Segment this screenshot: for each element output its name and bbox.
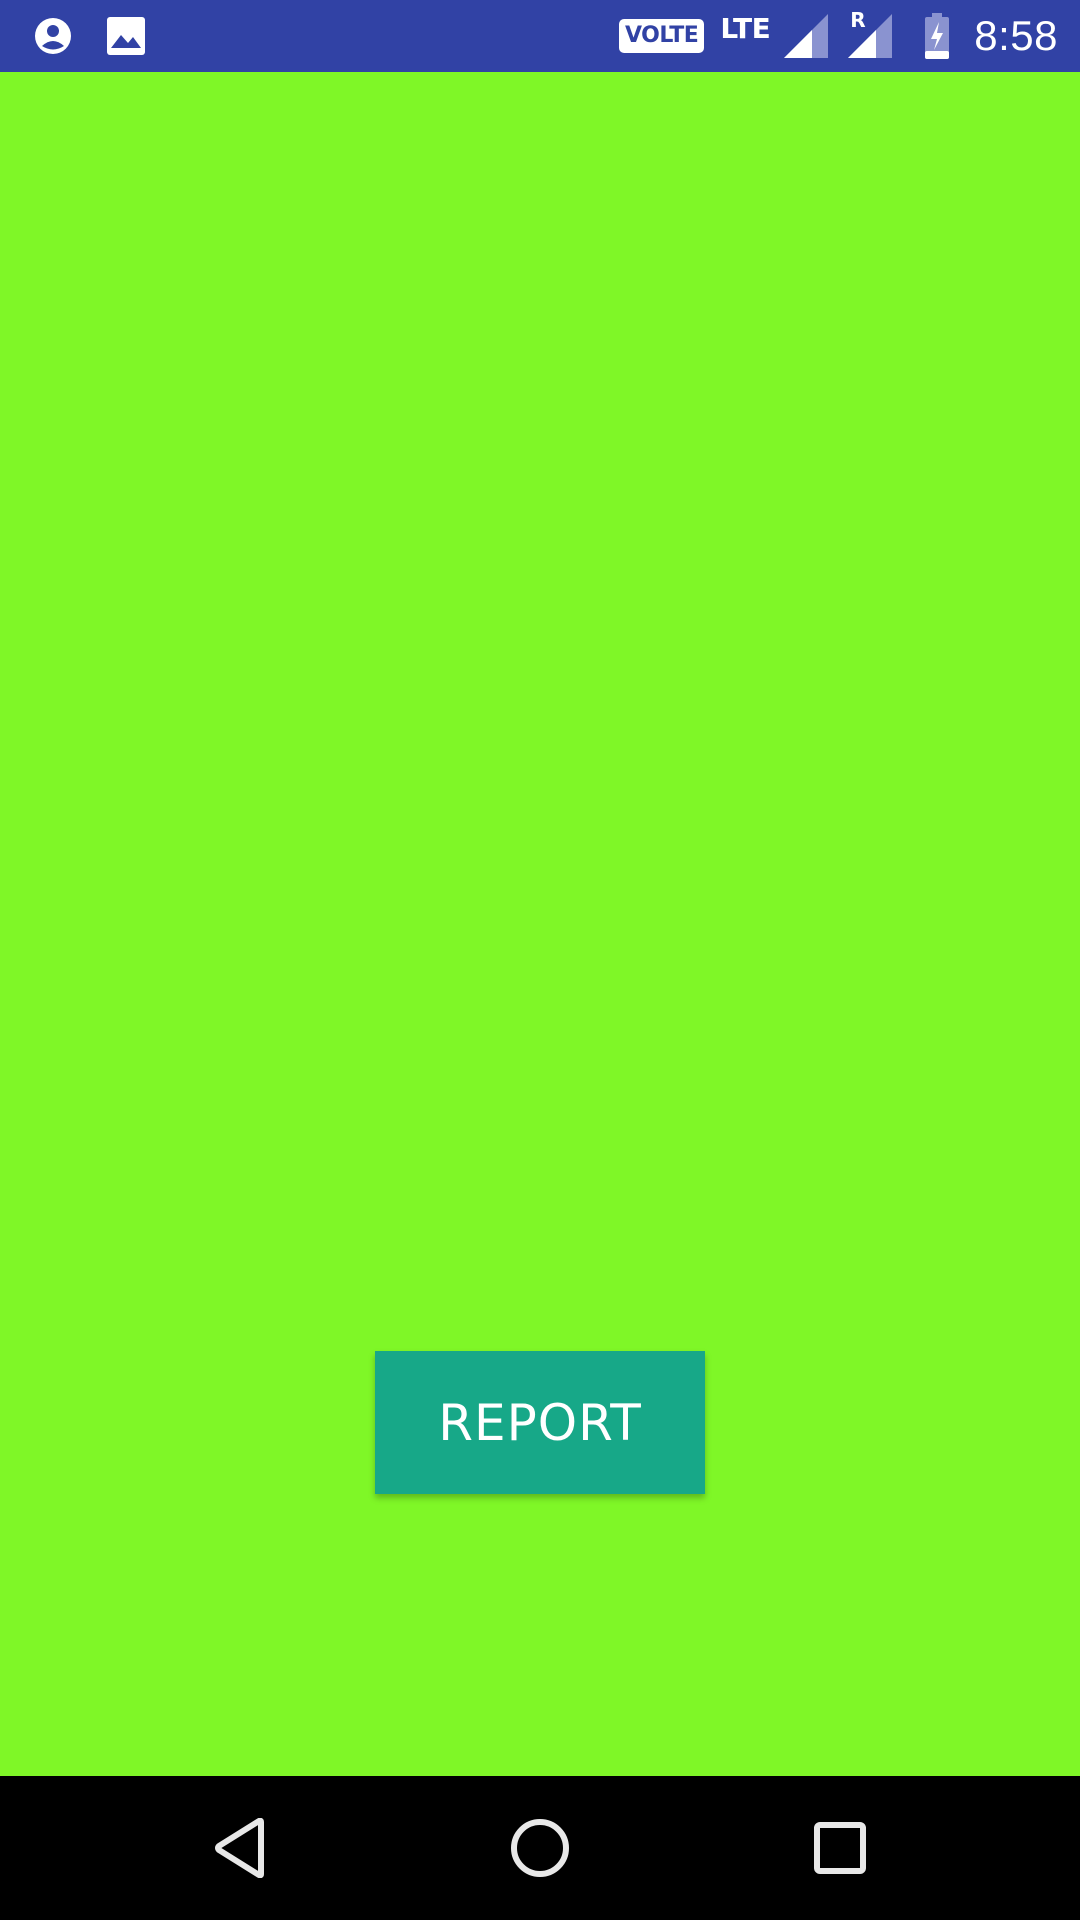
account-circle-icon (34, 17, 72, 55)
status-bar: VOLTE LTE R 8:58 (0, 0, 1080, 72)
main-content (0, 72, 1080, 1776)
roaming-signal-icon: R (848, 8, 893, 58)
battery-charging-icon (924, 13, 950, 59)
network-type-label: LTE (720, 11, 771, 45)
recents-button[interactable] (770, 1776, 910, 1920)
status-bar-system: VOLTE LTE R 8:58 (619, 0, 1058, 72)
report-button[interactable]: REPORT (375, 1351, 705, 1494)
status-bar-notifications (34, 0, 145, 72)
back-button[interactable] (171, 1776, 311, 1920)
back-icon (213, 1818, 269, 1878)
status-bar-clock: 8:58 (974, 12, 1058, 59)
volte-badge: VOLTE (619, 19, 705, 53)
image-icon (107, 17, 145, 55)
signal-strength-icon (784, 14, 829, 58)
roaming-indicator: R (850, 8, 866, 32)
app-screen: VOLTE LTE R 8:58 REPORT (0, 0, 1080, 1920)
navigation-bar (0, 1776, 1080, 1920)
home-icon (510, 1818, 570, 1878)
recents-icon (814, 1822, 866, 1874)
home-button[interactable] (470, 1776, 610, 1920)
